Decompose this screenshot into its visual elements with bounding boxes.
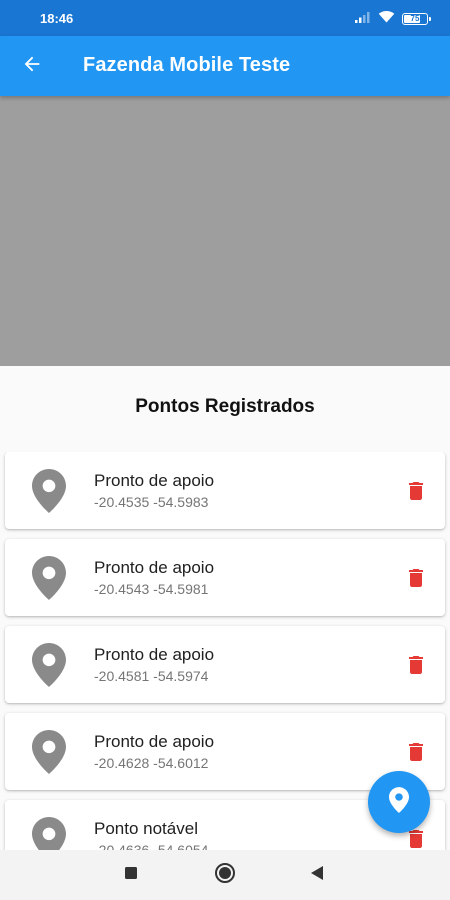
page-title: Fazenda Mobile Teste <box>83 54 291 76</box>
arrow-back-icon <box>21 53 43 80</box>
app-screen: 18:46 75 Fazenda Mobile Teste Pontos Reg… <box>0 0 450 900</box>
point-coords: -20.4543 -54.5981 <box>94 581 209 597</box>
location-pin-icon <box>32 730 66 774</box>
point-coords: -20.4636 -54.6054 <box>94 842 209 850</box>
trash-icon[interactable] <box>405 566 427 590</box>
trash-icon[interactable] <box>405 479 427 503</box>
battery-level: 75 <box>410 14 420 23</box>
point-title: Pronto de apoio <box>94 558 215 577</box>
status-time: 18:46 <box>40 11 74 26</box>
back-button[interactable] <box>14 48 50 84</box>
app-bar: Fazenda Mobile Teste <box>0 36 450 96</box>
point-title: Pronto de apoio <box>94 471 215 490</box>
recent-apps-button[interactable] <box>118 862 144 888</box>
trash-icon[interactable] <box>405 653 427 677</box>
location-pin-icon <box>32 643 66 687</box>
signal-icon <box>355 10 371 28</box>
point-title: Pronto de apoio <box>94 645 215 664</box>
add-location-icon <box>389 786 409 818</box>
section-title: Pontos Registrados <box>135 396 315 417</box>
battery-icon: 75 <box>402 13 431 25</box>
point-coords: -20.4535 -54.5983 <box>94 494 209 510</box>
map-view[interactable] <box>0 96 450 366</box>
list-item[interactable]: Pronto de apoio -20.4535 -54.5983 <box>5 452 445 529</box>
recent-apps-icon <box>124 866 138 885</box>
location-pin-icon <box>32 469 66 513</box>
point-coords: -20.4628 -54.6012 <box>94 755 209 771</box>
nav-back-button[interactable] <box>304 862 330 888</box>
list-item[interactable]: Pronto de apoio -20.4543 -54.5981 <box>5 539 445 616</box>
wifi-icon <box>378 10 395 28</box>
status-bar: 18:46 75 <box>0 0 450 36</box>
location-pin-icon <box>32 817 66 850</box>
point-title: Ponto notável <box>94 819 198 838</box>
add-location-button[interactable] <box>368 771 430 833</box>
back-icon <box>310 865 324 886</box>
point-coords: -20.4581 -54.5974 <box>94 668 209 684</box>
home-icon <box>214 862 236 889</box>
status-icons: 75 <box>355 10 431 28</box>
list-item[interactable]: Pronto de apoio -20.4581 -54.5974 <box>5 626 445 703</box>
trash-icon[interactable] <box>405 740 427 764</box>
location-pin-icon <box>32 556 66 600</box>
point-title: Pronto de apoio <box>94 732 215 751</box>
home-button[interactable] <box>212 862 238 888</box>
system-nav-bar <box>0 850 450 900</box>
